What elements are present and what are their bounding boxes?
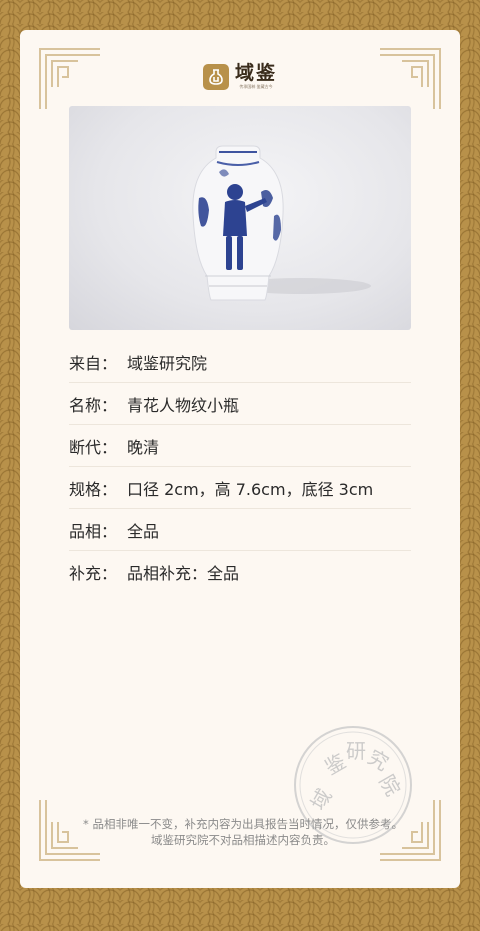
detail-row-dating: 断代： 晚清: [69, 425, 411, 467]
detail-row-supplement: 补充： 品相补充：全品: [69, 551, 411, 593]
vase-logo-icon: [202, 63, 229, 90]
item-photo[interactable]: [69, 106, 411, 330]
detail-value: 全品: [127, 521, 160, 541]
detail-value: 域鉴研究院: [127, 353, 208, 373]
svg-text:研: 研: [346, 739, 366, 763]
svg-text:院: 院: [374, 771, 405, 800]
detail-row-dimensions: 规格： 口径 2cm，高 7.6cm，底径 3cm: [69, 467, 411, 509]
svg-text:域: 域: [306, 785, 337, 814]
detail-value: 品相补充：全品: [127, 564, 240, 583]
disclaimer-note: * 品相非唯一不变，补充内容为出具报告当时情况，仅供参考。域鉴研究院不对品相描述…: [83, 817, 403, 847]
detail-value: 口径 2cm，高 7.6cm，底径 3cm: [127, 479, 374, 499]
detail-label: 名称：: [69, 395, 118, 415]
detail-label: 规格：: [69, 479, 118, 499]
brand-tagline: 传承国粹 鉴藏古今: [239, 84, 273, 89]
brand-name: 域鉴: [234, 62, 277, 84]
brand-logo: 域鉴 传承国粹 鉴藏古今: [20, 63, 460, 90]
detail-row-name: 名称： 青花人物纹小瓶: [69, 383, 411, 425]
detail-value: 晚清: [127, 437, 160, 457]
detail-label: 品相：: [69, 521, 118, 541]
svg-text:究: 究: [364, 745, 393, 776]
detail-row-source: 来自： 域鉴研究院: [69, 341, 411, 383]
detail-list: 来自： 域鉴研究院 名称： 青花人物纹小瓶 断代： 晚清 规格： 口径 2cm，…: [69, 341, 411, 593]
certificate-card: 域鉴 传承国粹 鉴藏古今 来自： 域鉴研究院 名称： 青花人物纹小瓶 断代： 晚…: [20, 30, 460, 888]
detail-label: 补充：: [69, 564, 118, 583]
detail-value: 青花人物纹小瓶: [127, 395, 240, 415]
detail-label: 断代：: [69, 437, 118, 457]
detail-row-condition: 品相： 全品: [69, 509, 411, 551]
detail-label: 来自：: [69, 353, 118, 373]
